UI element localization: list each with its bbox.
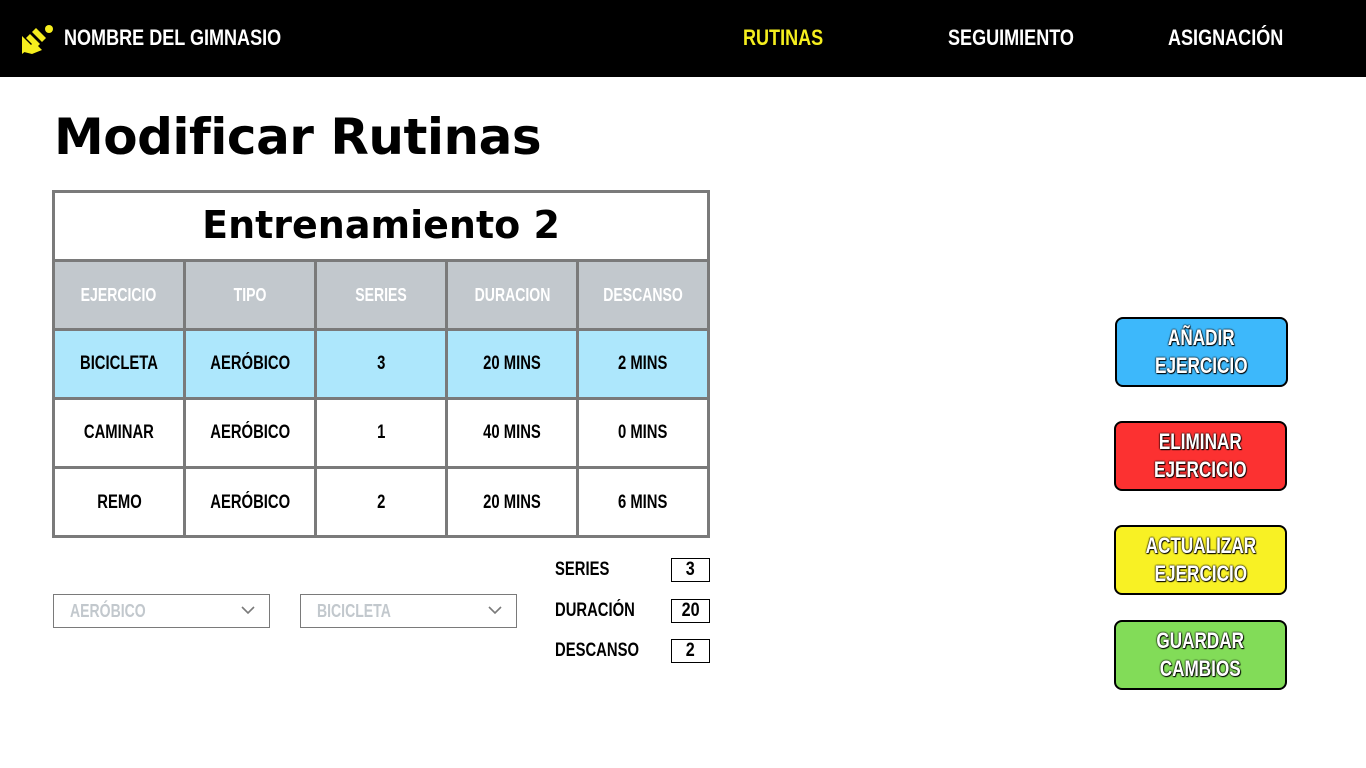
table-cell: 1 xyxy=(317,400,448,466)
column-header-duracion: DURACION xyxy=(448,262,579,328)
table-cell: 20 MINS xyxy=(448,331,579,397)
table-cell: 40 MINS xyxy=(448,400,579,466)
exercise-select[interactable]: BICICLETA xyxy=(300,594,517,628)
rest-input[interactable]: 2 xyxy=(671,639,710,663)
type-select[interactable]: AERÓBICO xyxy=(53,594,270,628)
table-cell: BICICLETA xyxy=(55,331,186,397)
routine-grid: EJERCICIO TIPO SERIES DURACION DESCANSO … xyxy=(55,262,707,537)
type-select-value: AERÓBICO xyxy=(70,601,146,621)
table-cell: 0 MINS xyxy=(618,422,668,443)
table-cell: REMO xyxy=(55,469,186,537)
duration-label: DURACIÓN xyxy=(555,600,635,621)
table-header-row: EJERCICIO TIPO SERIES DURACION DESCANSO xyxy=(55,262,707,331)
column-header-descanso: DESCANSO xyxy=(603,284,683,305)
page-title: Modificar Rutinas xyxy=(54,108,542,166)
series-label: SERIES xyxy=(555,559,610,580)
rest-label: DESCANSO xyxy=(555,640,639,661)
table-row[interactable]: BICICLETA AERÓBICO 3 20 MINS 2 MINS xyxy=(55,331,707,400)
series-input[interactable]: 3 xyxy=(671,558,710,582)
exercise-select-value: BICICLETA xyxy=(317,601,391,621)
top-bar: NOMBRE DEL GIMNASIO RUTINAS SEGUIMIENTO … xyxy=(0,0,1366,77)
update-exercise-button[interactable]: ACTUALIZAR EJERCICIO xyxy=(1114,525,1287,595)
table-cell: 3 xyxy=(317,331,448,397)
duration-input[interactable]: 20 xyxy=(671,599,710,623)
table-cell: 2 xyxy=(317,469,448,537)
table-row[interactable]: CAMINAR AERÓBICO 1 40 MINS 0 MINS xyxy=(55,400,707,469)
chevron-down-icon xyxy=(488,606,502,615)
table-cell: AERÓBICO xyxy=(186,331,317,397)
table-cell: AERÓBICO xyxy=(186,400,317,466)
save-changes-button[interactable]: GUARDAR CAMBIOS xyxy=(1114,620,1287,690)
table-cell: 6 MINS xyxy=(618,492,668,513)
table-cell: CAMINAR xyxy=(55,400,186,466)
table-cell: 2 MINS xyxy=(618,353,668,374)
nav-rutinas[interactable]: RUTINAS xyxy=(743,22,823,54)
table-cell: 20 MINS xyxy=(448,469,579,537)
delete-exercise-button[interactable]: ELIMINAR EJERCICIO xyxy=(1114,421,1287,491)
chevron-down-icon xyxy=(241,606,255,615)
column-header-tipo: TIPO xyxy=(186,262,317,328)
column-header-ejercicio: EJERCICIO xyxy=(55,262,186,328)
logo-icon xyxy=(22,25,53,54)
nav-seguimiento[interactable]: SEGUIMIENTO xyxy=(948,22,1074,54)
column-header-series: SERIES xyxy=(317,262,448,328)
add-exercise-button[interactable]: AÑADIR EJERCICIO xyxy=(1115,317,1288,387)
table-cell: AERÓBICO xyxy=(186,469,317,537)
routine-table: Entrenamiento 2 EJERCICIO TIPO SERIES DU… xyxy=(52,190,710,538)
routine-title: Entrenamiento 2 xyxy=(55,193,707,262)
brand-name[interactable]: NOMBRE DEL GIMNASIO xyxy=(64,22,281,54)
table-row[interactable]: REMO AERÓBICO 2 20 MINS 6 MINS xyxy=(55,469,707,537)
nav-asignacion[interactable]: ASIGNACIÓN xyxy=(1168,22,1283,54)
